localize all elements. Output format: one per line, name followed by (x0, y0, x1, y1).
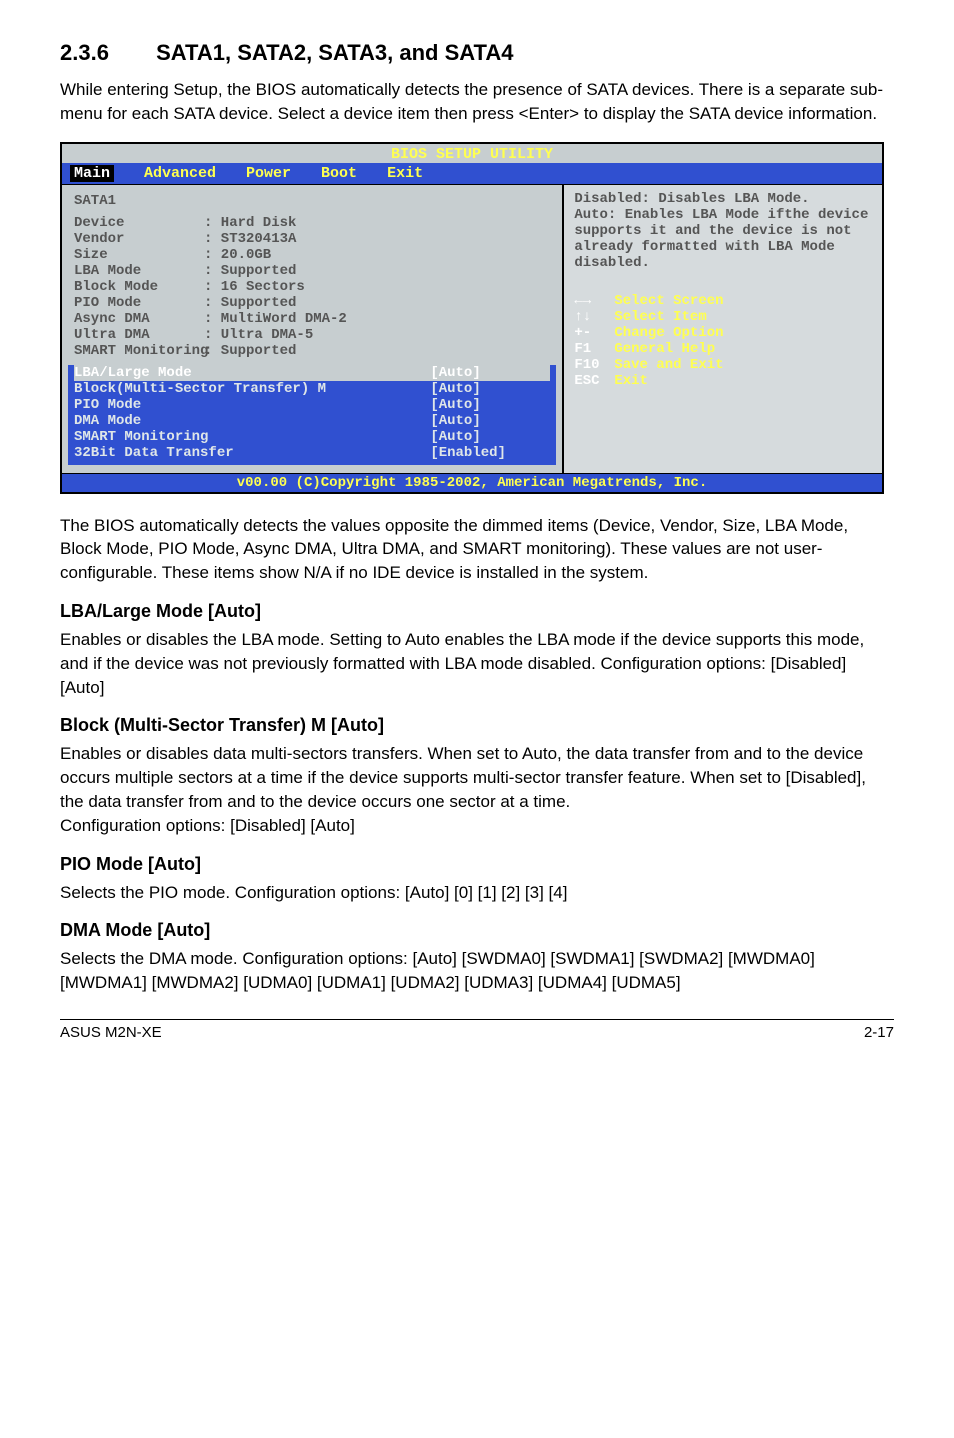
device-info-label: LBA Mode (74, 263, 204, 279)
bios-option-row[interactable]: DMA Mode[Auto] (74, 413, 550, 429)
bios-menubar: Main Advanced Power Boot Exit (62, 163, 882, 185)
device-info-label: SMART Monitoring (74, 343, 204, 359)
section-heading: 2.3.6 SATA1, SATA2, SATA3, and SATA4 (60, 40, 894, 66)
menu-power[interactable]: Power (246, 165, 291, 182)
help-key-shortcut: F10 (574, 357, 614, 373)
bios-option-value: [Auto] (430, 381, 550, 397)
dma-body: Selects the DMA mode. Configuration opti… (60, 947, 894, 995)
help-key-row: +-Change Option (574, 325, 872, 341)
help-key-shortcut: ←→ (574, 293, 614, 309)
panel-title: SATA1 (74, 193, 550, 209)
help-key-desc: Change Option (614, 325, 723, 341)
device-info-value: : Supported (204, 343, 296, 359)
help-key-shortcut: ↑↓ (574, 309, 614, 325)
help-key-shortcut: F1 (574, 341, 614, 357)
help-key-desc: Select Item (614, 309, 706, 325)
footer-right: 2-17 (864, 1024, 894, 1041)
device-info-row: PIO Mode: Supported (74, 295, 550, 311)
bios-option-row[interactable]: Block(Multi-Sector Transfer) M[Auto] (74, 381, 550, 397)
help-key-shortcut: ESC (574, 373, 614, 389)
help-key-row: F1General Help (574, 341, 872, 357)
bios-option-row[interactable]: PIO Mode[Auto] (74, 397, 550, 413)
dma-heading: DMA Mode [Auto] (60, 920, 894, 941)
device-info-value: : MultiWord DMA-2 (204, 311, 347, 327)
bios-left-panel: SATA1 Device: Hard DiskVendor: ST320413A… (62, 185, 564, 473)
device-info-row: Device: Hard Disk (74, 215, 550, 231)
device-info-label: Size (74, 247, 204, 263)
device-info-value: : Supported (204, 295, 296, 311)
help-key-row: ↑↓Select Item (574, 309, 872, 325)
help-key-desc: Exit (614, 373, 648, 389)
menu-boot[interactable]: Boot (321, 165, 357, 182)
menu-exit[interactable]: Exit (387, 165, 423, 182)
bios-help-keys: ←→Select Screen↑↓Select Item+-Change Opt… (574, 293, 872, 389)
pio-heading: PIO Mode [Auto] (60, 854, 894, 875)
device-info-row: SMART Monitoring: Supported (74, 343, 550, 359)
help-key-row: ESCExit (574, 373, 872, 389)
device-info-value: : 20.0GB (204, 247, 271, 263)
menu-advanced[interactable]: Advanced (144, 165, 216, 182)
lba-heading: LBA/Large Mode [Auto] (60, 601, 894, 622)
bios-setup-screenshot: BIOS SETUP UTILITY Main Advanced Power B… (60, 142, 884, 494)
pio-body: Selects the PIO mode. Configuration opti… (60, 881, 894, 905)
device-info-value: : ST320413A (204, 231, 296, 247)
bios-utility-title: BIOS SETUP UTILITY (62, 144, 882, 163)
device-info-value: : 16 Sectors (204, 279, 305, 295)
device-info-label: Vendor (74, 231, 204, 247)
bios-option-label: LBA/Large Mode (74, 365, 430, 381)
device-info-value: : Hard Disk (204, 215, 296, 231)
device-info-label: Ultra DMA (74, 327, 204, 343)
device-info-label: Block Mode (74, 279, 204, 295)
block-body: Enables or disables data multi-sectors t… (60, 742, 894, 837)
page-footer: ASUS M2N-XE 2-17 (60, 1019, 894, 1041)
bios-option-value: [Auto] (430, 365, 550, 381)
bios-option-row[interactable]: SMART Monitoring[Auto] (74, 429, 550, 445)
device-info-row: Ultra DMA: Ultra DMA-5 (74, 327, 550, 343)
bios-body: SATA1 Device: Hard DiskVendor: ST320413A… (62, 185, 882, 473)
bios-option-label: PIO Mode (74, 397, 430, 413)
section-title: SATA1, SATA2, SATA3, and SATA4 (156, 40, 513, 65)
device-info-row: LBA Mode: Supported (74, 263, 550, 279)
bios-option-value: [Enabled] (430, 445, 550, 461)
help-key-desc: General Help (614, 341, 715, 357)
bios-option-row[interactable]: LBA/Large Mode[Auto] (74, 365, 550, 381)
device-info-label: Device (74, 215, 204, 231)
help-key-desc: Save and Exit (614, 357, 723, 373)
bios-help-panel: Disabled: Disables LBA Mode. Auto: Enabl… (564, 185, 882, 473)
device-info-label: PIO Mode (74, 295, 204, 311)
bios-option-label: SMART Monitoring (74, 429, 430, 445)
help-key-row: F10Save and Exit (574, 357, 872, 373)
bios-option-label: DMA Mode (74, 413, 430, 429)
device-info-row: Block Mode: 16 Sectors (74, 279, 550, 295)
bios-options-block: LBA/Large Mode[Auto]Block(Multi-Sector T… (68, 365, 556, 465)
device-info-row: Vendor: ST320413A (74, 231, 550, 247)
help-key-shortcut: +- (574, 325, 614, 341)
device-info-label: Async DMA (74, 311, 204, 327)
footer-left: ASUS M2N-XE (60, 1024, 162, 1041)
bios-option-value: [Auto] (430, 397, 550, 413)
bios-help-text: Disabled: Disables LBA Mode. Auto: Enabl… (574, 191, 872, 271)
lba-body: Enables or disables the LBA mode. Settin… (60, 628, 894, 699)
bios-option-label: Block(Multi-Sector Transfer) M (74, 381, 430, 397)
device-info-row: Async DMA: MultiWord DMA-2 (74, 311, 550, 327)
bios-option-value: [Auto] (430, 429, 550, 445)
device-info-value: : Supported (204, 263, 296, 279)
bios-option-label: 32Bit Data Transfer (74, 445, 430, 461)
block-heading: Block (Multi-Sector Transfer) M [Auto] (60, 715, 894, 736)
bios-footer-copyright: v00.00 (C)Copyright 1985-2002, American … (62, 473, 882, 492)
bios-option-row[interactable]: 32Bit Data Transfer[Enabled] (74, 445, 550, 461)
device-info-row: Size: 20.0GB (74, 247, 550, 263)
bios-option-value: [Auto] (430, 413, 550, 429)
after-bios-paragraph: The BIOS automatically detects the value… (60, 514, 894, 585)
section-number: 2.3.6 (60, 40, 150, 66)
help-key-row: ←→Select Screen (574, 293, 872, 309)
intro-paragraph: While entering Setup, the BIOS automatic… (60, 78, 894, 126)
menu-main[interactable]: Main (70, 165, 114, 182)
device-info-value: : Ultra DMA-5 (204, 327, 313, 343)
help-key-desc: Select Screen (614, 293, 723, 309)
